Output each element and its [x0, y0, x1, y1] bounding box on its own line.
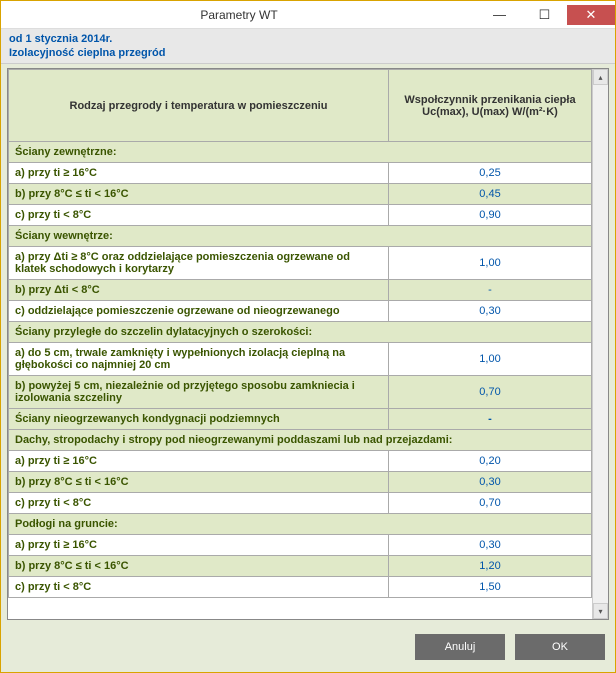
row-value: 1,00: [389, 343, 592, 376]
row-value: -: [389, 280, 592, 301]
table-header-row: Rodzaj przegrody i temperatura w pomiesz…: [9, 70, 592, 142]
row-value: 0,30: [389, 472, 592, 493]
info-bar: od 1 stycznia 2014r. Izolacyjność ciepln…: [1, 29, 615, 64]
table-row: Ściany zewnętrzne:: [9, 142, 592, 163]
row-value: 0,20: [389, 451, 592, 472]
table-row: a) przy ti ≥ 16°C0,20: [9, 451, 592, 472]
row-desc: c) przy ti < 8°C: [9, 577, 389, 598]
row-desc: b) przy 8°C ≤ ti < 16°C: [9, 472, 389, 493]
scroll-up-icon[interactable]: ▴: [593, 69, 608, 85]
table-row: Ściany nieogrzewanych kondygnacji podzie…: [9, 409, 592, 430]
row-desc: Ściany przyległe do szczelin dylatacyjny…: [9, 322, 592, 343]
table-row: b) przy Δti < 8°C-: [9, 280, 592, 301]
row-value: 0,70: [389, 493, 592, 514]
row-desc: b) powyżej 5 cm, niezależnie od przyjęte…: [9, 376, 389, 409]
table-row: b) powyżej 5 cm, niezależnie od przyjęte…: [9, 376, 592, 409]
table-row: a) do 5 cm, trwale zamknięty i wypełnion…: [9, 343, 592, 376]
parameters-table: Rodzaj przegrody i temperatura w pomiesz…: [8, 69, 592, 598]
row-desc: Ściany wewnętrze:: [9, 226, 592, 247]
row-desc: b) przy 8°C ≤ ti < 16°C: [9, 556, 389, 577]
row-desc: b) przy 8°C ≤ ti < 16°C: [9, 184, 389, 205]
table-row: Ściany wewnętrze:: [9, 226, 592, 247]
row-value: 1,20: [389, 556, 592, 577]
header-col-value: Wspołczynnik przenikania ciepła Uc(max),…: [389, 70, 592, 142]
row-value: 0,70: [389, 376, 592, 409]
table-row: a) przy Δti ≥ 8°C oraz oddzielające pomi…: [9, 247, 592, 280]
table-scroll[interactable]: Rodzaj przegrody i temperatura w pomiesz…: [8, 69, 592, 619]
table-row: Ściany przyległe do szczelin dylatacyjny…: [9, 322, 592, 343]
row-desc: b) przy Δti < 8°C: [9, 280, 389, 301]
info-heading: Izolacyjność cieplna przegród: [9, 47, 607, 59]
header-col-desc: Rodzaj przegrody i temperatura w pomiesz…: [9, 70, 389, 142]
window-controls: — ☐ ✕: [477, 5, 615, 25]
row-desc: a) przy Δti ≥ 8°C oraz oddzielające pomi…: [9, 247, 389, 280]
table-row: b) przy 8°C ≤ ti < 16°C0,30: [9, 472, 592, 493]
table-container: Rodzaj przegrody i temperatura w pomiesz…: [7, 68, 609, 620]
close-button[interactable]: ✕: [567, 5, 615, 25]
row-desc: Podłogi na gruncie:: [9, 514, 592, 535]
row-desc: c) przy ti < 8°C: [9, 205, 389, 226]
row-value: 1,50: [389, 577, 592, 598]
row-value: 0,45: [389, 184, 592, 205]
scroll-down-icon[interactable]: ▾: [593, 603, 608, 619]
table-row: c) przy ti < 8°C1,50: [9, 577, 592, 598]
row-desc: Dachy, stropodachy i stropy pod nieogrze…: [9, 430, 592, 451]
row-value: 0,30: [389, 301, 592, 322]
row-value: 0,25: [389, 163, 592, 184]
table-body: Ściany zewnętrzne:a) przy ti ≥ 16°C0,25b…: [9, 142, 592, 598]
table-row: c) oddzielające pomieszczenie ogrzewane …: [9, 301, 592, 322]
table-row: b) przy 8°C ≤ ti < 16°C0,45: [9, 184, 592, 205]
row-desc: a) przy ti ≥ 16°C: [9, 535, 389, 556]
info-date: od 1 stycznia 2014r.: [9, 33, 607, 45]
table-row: a) przy ti ≥ 16°C0,30: [9, 535, 592, 556]
row-desc: c) oddzielające pomieszczenie ogrzewane …: [9, 301, 389, 322]
table-row: c) przy ti < 8°C0,90: [9, 205, 592, 226]
minimize-button[interactable]: —: [477, 5, 522, 25]
row-desc: Ściany nieogrzewanych kondygnacji podzie…: [9, 409, 389, 430]
row-desc: Ściany zewnętrzne:: [9, 142, 592, 163]
table-row: c) przy ti < 8°C0,70: [9, 493, 592, 514]
row-desc: a) do 5 cm, trwale zamknięty i wypełnion…: [9, 343, 389, 376]
dialog-footer: Anuluj OK: [1, 624, 615, 672]
ok-button[interactable]: OK: [515, 634, 605, 660]
window-title: Parametry WT: [1, 8, 477, 22]
row-desc: a) przy ti ≥ 16°C: [9, 451, 389, 472]
vertical-scrollbar[interactable]: ▴ ▾: [592, 69, 608, 619]
window: Parametry WT — ☐ ✕ od 1 stycznia 2014r. …: [0, 0, 616, 673]
row-desc: a) przy ti ≥ 16°C: [9, 163, 389, 184]
row-value: -: [389, 409, 592, 430]
table-row: b) przy 8°C ≤ ti < 16°C1,20: [9, 556, 592, 577]
cancel-button[interactable]: Anuluj: [415, 634, 505, 660]
table-row: a) przy ti ≥ 16°C0,25: [9, 163, 592, 184]
row-value: 1,00: [389, 247, 592, 280]
maximize-button[interactable]: ☐: [522, 5, 567, 25]
table-row: Dachy, stropodachy i stropy pod nieogrze…: [9, 430, 592, 451]
table-row: Podłogi na gruncie:: [9, 514, 592, 535]
row-value: 0,90: [389, 205, 592, 226]
row-desc: c) przy ti < 8°C: [9, 493, 389, 514]
row-value: 0,30: [389, 535, 592, 556]
titlebar[interactable]: Parametry WT — ☐ ✕: [1, 1, 615, 29]
